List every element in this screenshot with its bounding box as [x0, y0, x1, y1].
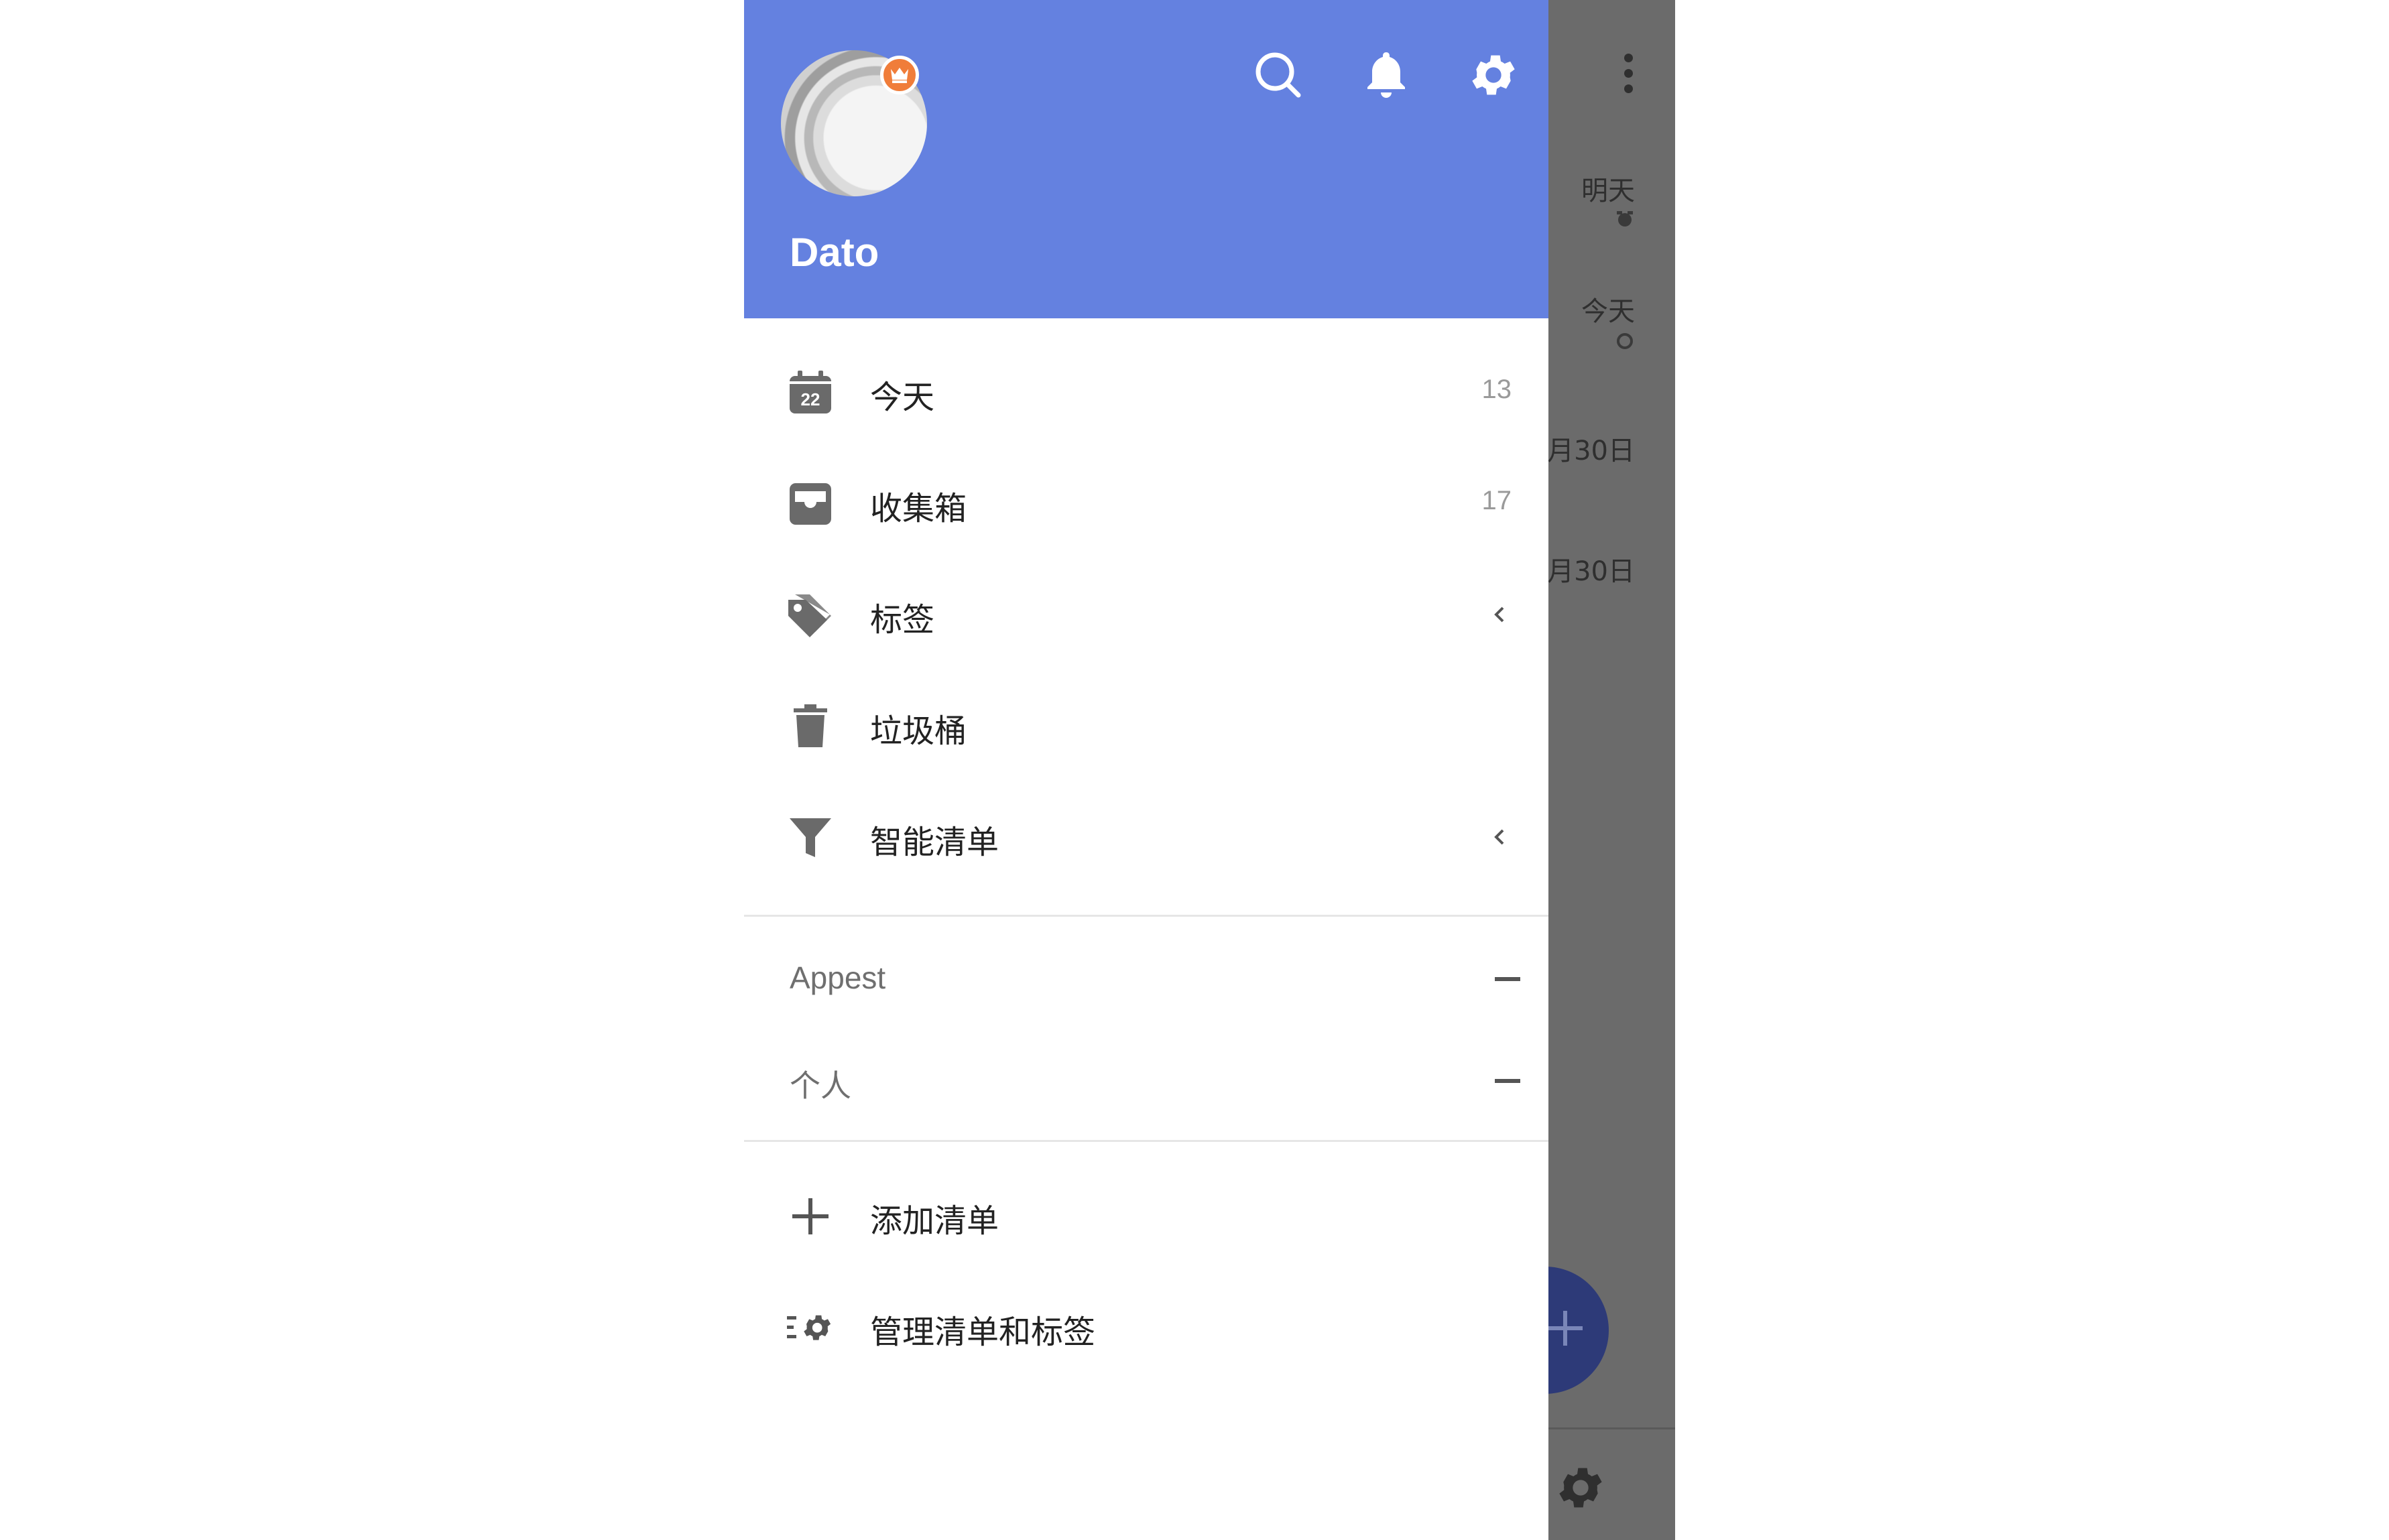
premium-badge: [880, 56, 919, 94]
nav-item-label: 今天: [870, 379, 935, 416]
navigation-drawer: Dato 22 今天 13 收集箱 17 标签 垃圾桶 智能清单 Appest …: [744, 0, 1548, 1540]
chevron-left-icon[interactable]: [1487, 602, 1512, 627]
search-icon[interactable]: [1251, 48, 1305, 102]
manage-settings-icon: [787, 1315, 831, 1340]
nav-item-today[interactable]: 22 今天 13: [744, 337, 1548, 448]
drawer-header: Dato: [744, 0, 1548, 318]
nav-item-inbox[interactable]: 收集箱 17: [744, 448, 1548, 560]
list-group-label: 个人: [790, 1068, 851, 1103]
tag-icon: [788, 594, 831, 637]
nav-item-tags[interactable]: 标签: [744, 560, 1548, 671]
manage-lists-label: 管理清单和标签: [870, 1313, 1096, 1351]
bottom-bar-divider: [1548, 1427, 1675, 1429]
inbox-icon: [790, 483, 831, 525]
nav-item-trash[interactable]: 垃圾桶: [744, 671, 1548, 782]
list-group-personal[interactable]: 个人: [744, 1035, 1548, 1129]
calendar-day: 22: [801, 389, 820, 409]
collapse-icon[interactable]: [1495, 977, 1520, 981]
plus-icon: [1548, 1311, 1583, 1346]
add-list-label: 添加清单: [870, 1202, 999, 1240]
more-options-icon[interactable]: [1618, 54, 1638, 101]
bottom-settings-icon[interactable]: [1554, 1461, 1607, 1515]
phone-screen: 明天 今天 6月30日 6月30日 Dato 22 今天 13 收集箱 17 标…: [744, 0, 1675, 1540]
collapse-icon[interactable]: [1495, 1079, 1520, 1083]
username[interactable]: Dato: [790, 229, 879, 275]
nav-item-count: 13: [1481, 375, 1512, 404]
trash-icon: [794, 704, 827, 747]
calendar-icon: 22: [790, 371, 831, 413]
background-task-date: 明天: [1581, 176, 1635, 206]
nav-item-label: 智能清单: [870, 824, 999, 861]
nav-item-label: 标签: [870, 601, 935, 639]
manage-lists-button[interactable]: 管理清单和标签: [744, 1272, 1548, 1383]
list-group-label: Appest: [790, 960, 886, 995]
crown-icon: [891, 68, 908, 83]
plus-icon: [792, 1198, 829, 1234]
add-list-button[interactable]: 添加清单: [744, 1161, 1548, 1272]
nav-item-count: 17: [1481, 486, 1512, 515]
chevron-left-icon[interactable]: [1487, 825, 1512, 849]
section-divider: [744, 1140, 1548, 1142]
filter-icon: [790, 818, 831, 857]
nav-item-label: 收集箱: [870, 490, 967, 527]
nav-item-label: 垃圾桶: [870, 712, 967, 750]
settings-icon[interactable]: [1467, 48, 1520, 102]
background-task-date: 今天: [1581, 296, 1635, 327]
alarm-icon: [1617, 211, 1633, 227]
nav-item-smart-lists[interactable]: 智能清单: [744, 782, 1548, 893]
section-divider: [744, 915, 1548, 917]
list-group-appest[interactable]: Appest: [744, 933, 1548, 1027]
repeat-icon: [1617, 333, 1633, 349]
bell-icon[interactable]: [1359, 48, 1413, 102]
